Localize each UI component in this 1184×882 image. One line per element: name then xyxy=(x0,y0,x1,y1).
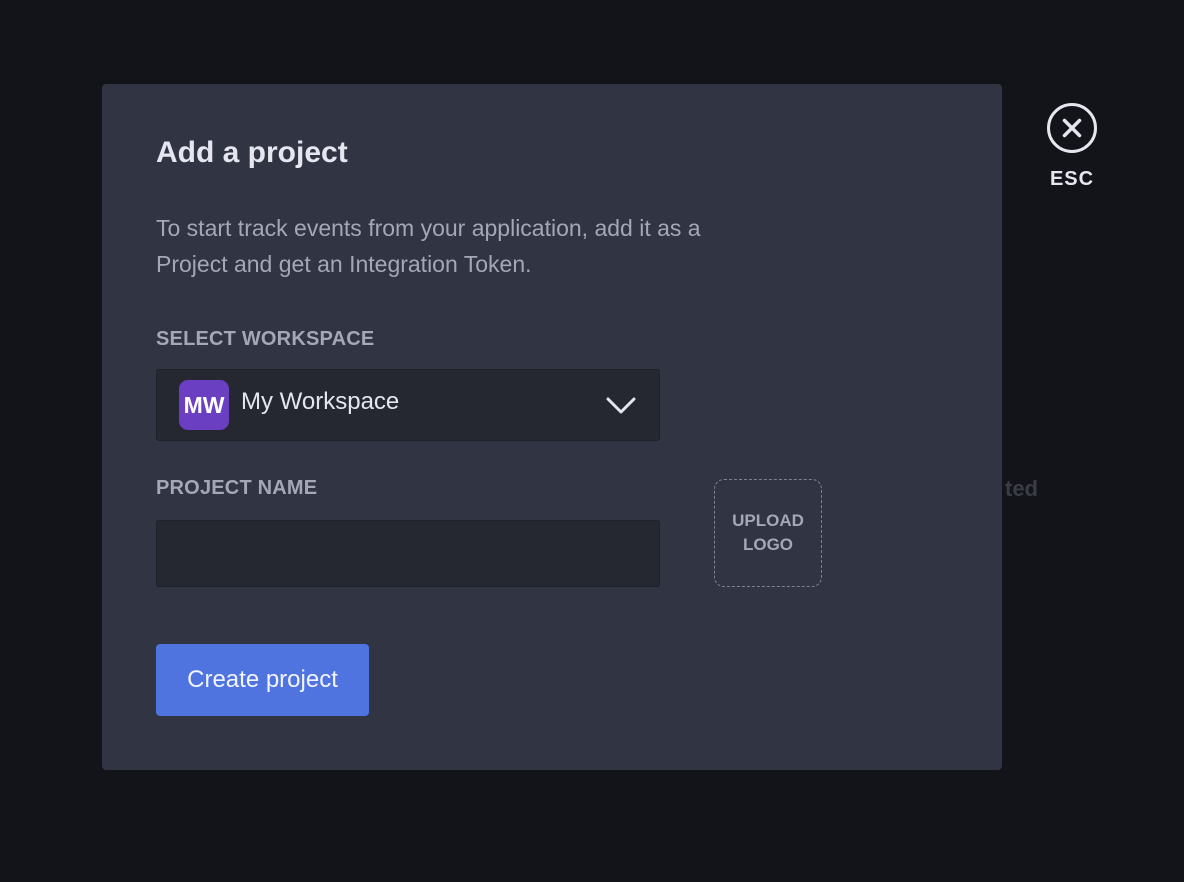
esc-label: ESC xyxy=(1049,168,1095,190)
workspace-avatar: MW xyxy=(179,380,229,430)
upload-logo-button[interactable]: UPLOAD LOGO xyxy=(714,479,822,587)
chevron-down-icon xyxy=(606,397,636,414)
modal-description: To start track events from your applicat… xyxy=(156,215,701,277)
workspace-label: SELECT WORKSPACE xyxy=(156,328,375,350)
project-name-input[interactable] xyxy=(156,520,660,587)
modal-title: Add a project xyxy=(156,136,348,169)
workspace-select[interactable]: MW My Workspace xyxy=(156,369,660,441)
close-circle-icon xyxy=(1047,103,1097,153)
close-button[interactable]: ESC xyxy=(1044,102,1100,191)
workspace-name: My Workspace xyxy=(241,388,400,415)
project-name-label: PROJECT NAME xyxy=(156,477,318,499)
add-project-modal: Add a project To start track events from… xyxy=(102,84,1002,770)
create-project-button[interactable]: Create project xyxy=(156,644,369,716)
